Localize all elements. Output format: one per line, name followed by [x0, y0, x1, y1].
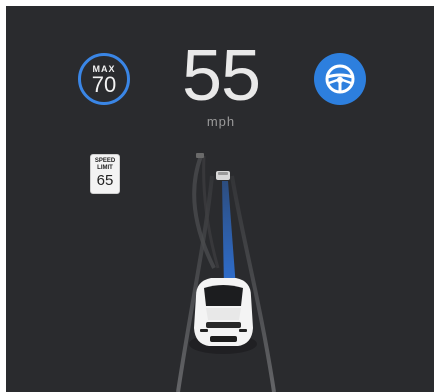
steering-wheel-icon [325, 64, 355, 94]
speed-limit-line2: LIMIT [97, 165, 113, 171]
max-speed-value: 70 [91, 72, 117, 97]
driver-display: MAX 70 55 mph SPEED LIMIT 65 [6, 6, 434, 392]
cruise-max-speed-badge: MAX 70 [78, 53, 130, 105]
ego-vehicle-icon [189, 278, 257, 354]
speed-limit-sign: SPEED LIMIT 65 [90, 154, 120, 194]
speed-unit: mph [206, 114, 236, 129]
speed-limit-line1: SPEED [94, 158, 116, 164]
autosteer-button[interactable] [314, 53, 366, 105]
current-speed: 55 [181, 36, 261, 116]
speed-limit-value: 65 [96, 172, 114, 189]
distant-vehicle [196, 153, 204, 158]
